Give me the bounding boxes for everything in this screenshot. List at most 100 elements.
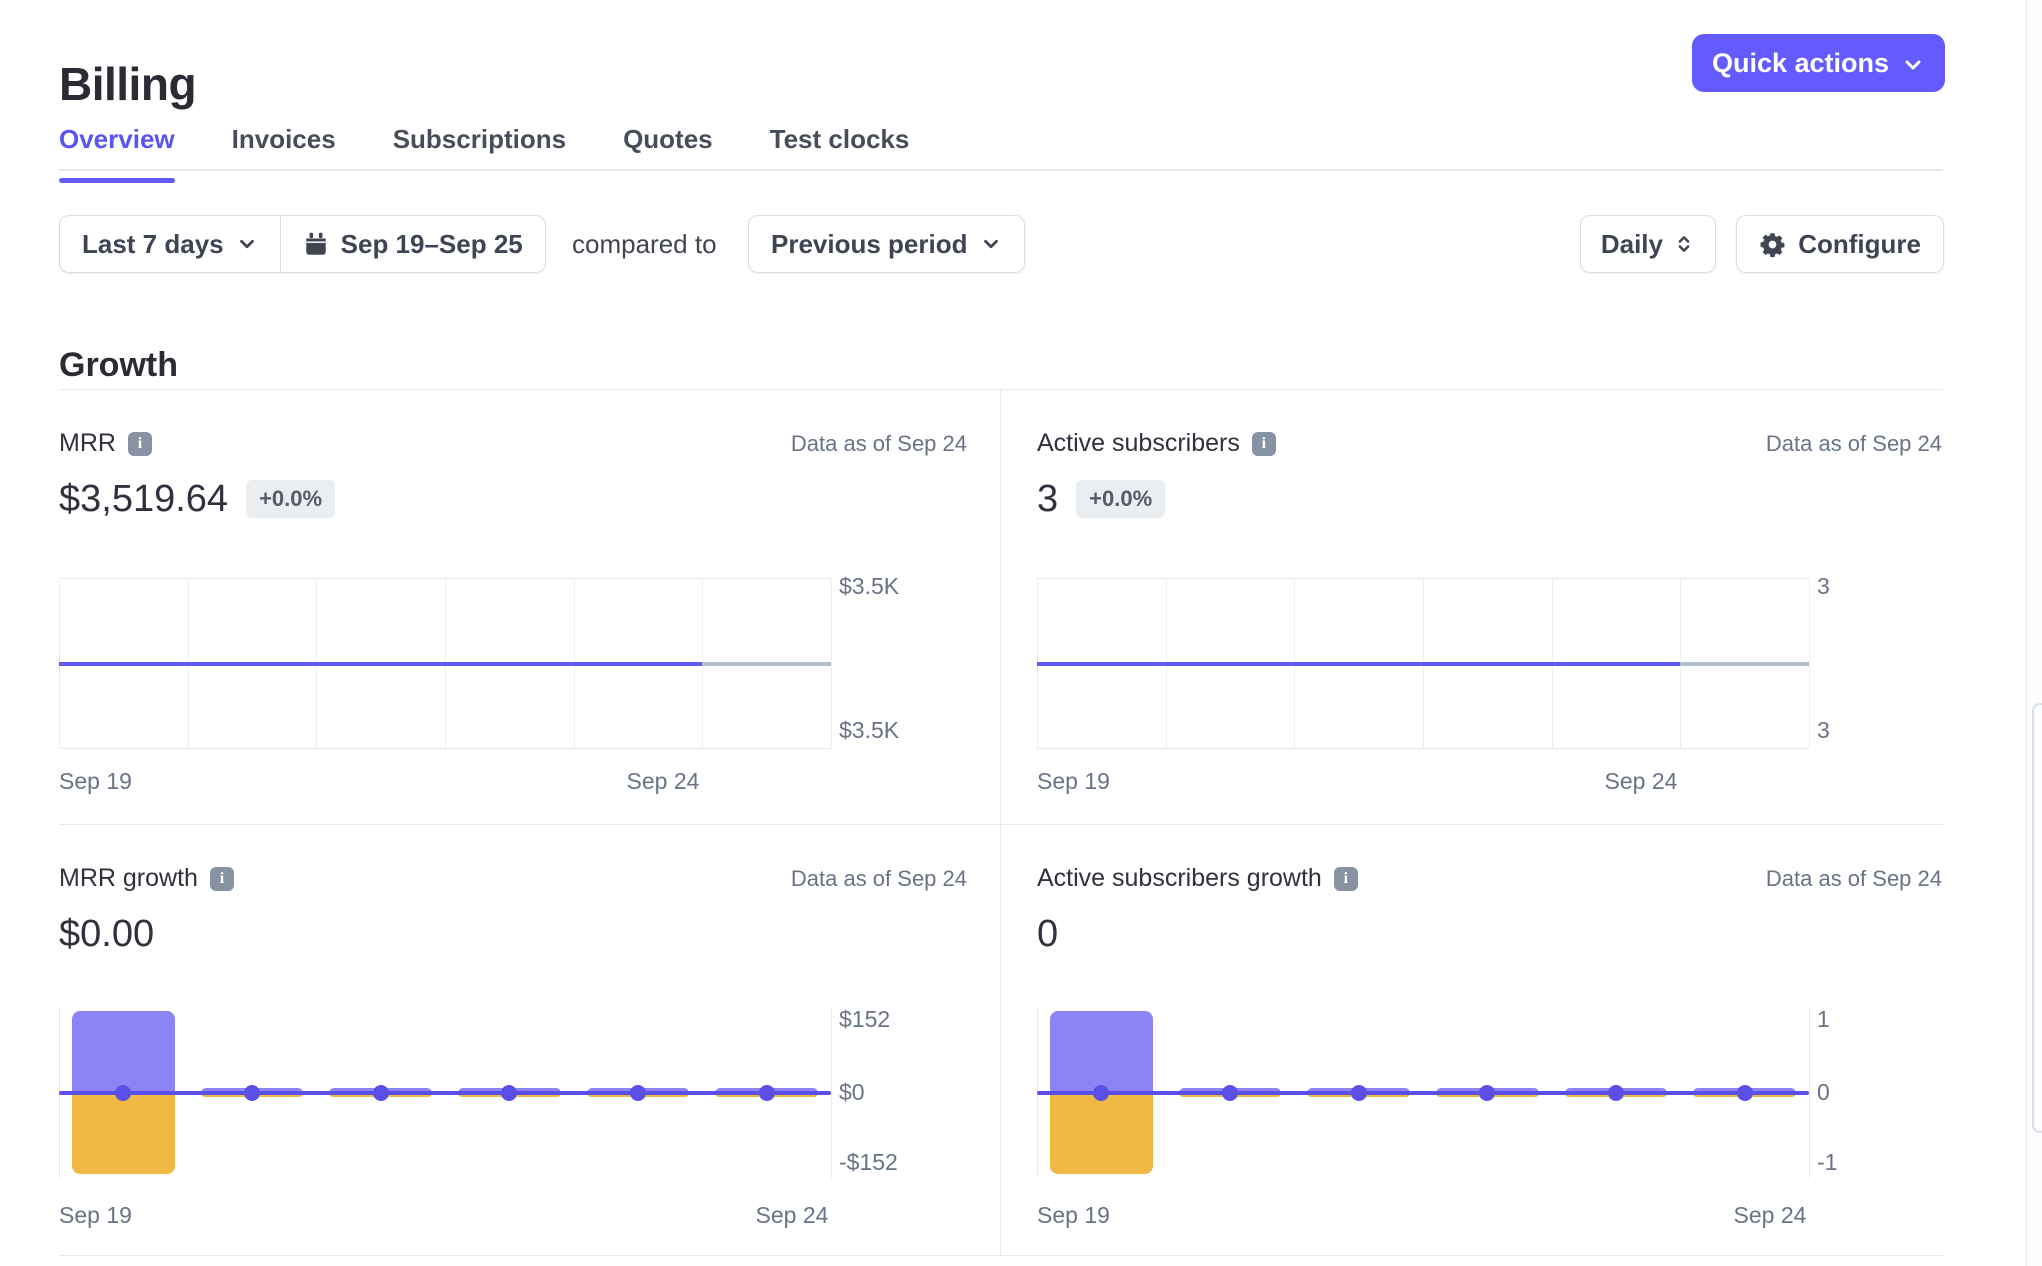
- quick-actions-button[interactable]: Quick actions: [1692, 34, 1945, 92]
- x-tick-label: Sep 24: [1734, 1201, 1807, 1229]
- chevron-down-icon: [1901, 50, 1925, 77]
- data-point-dot: [373, 1085, 389, 1101]
- bar-increase: [72, 1011, 175, 1092]
- x-tick-label: Sep 19: [1037, 767, 1110, 795]
- gridline: [1809, 579, 1810, 748]
- projection-line: [702, 662, 831, 666]
- x-tick-label: Sep 19: [59, 1201, 132, 1229]
- data-point-dot: [115, 1085, 131, 1101]
- metric-value: $3,519.64: [59, 478, 228, 521]
- tab-invoices[interactable]: Invoices: [232, 124, 336, 183]
- compared-to-text: compared to: [572, 215, 717, 273]
- card-title: MRR growth: [59, 864, 198, 893]
- trend-line: [1037, 662, 1680, 666]
- y-tick-label: $152: [839, 1005, 890, 1033]
- card-active-subscribers-growth: Active subscribers growth i Data as of S…: [1001, 824, 1943, 1255]
- growth-cards-grid: MRR i Data as of Sep 24 $3,519.64 +0.0% …: [59, 389, 1943, 1256]
- trend-line: [59, 662, 702, 666]
- bar-decrease: [72, 1093, 175, 1174]
- calendar-icon: [303, 231, 329, 257]
- comparison-label: Previous period: [771, 229, 968, 260]
- chart-plot: [1037, 578, 1809, 749]
- x-tick-label: Sep 24: [756, 1201, 829, 1229]
- data-point-dot: [630, 1085, 646, 1101]
- vertical-scrollbar-thumb[interactable]: [2032, 703, 2042, 1133]
- tab-subscriptions[interactable]: Subscriptions: [393, 124, 566, 183]
- projection-line: [1680, 662, 1809, 666]
- data-point-dot: [1479, 1085, 1495, 1101]
- net-line: [59, 1091, 831, 1095]
- x-tick-label: Sep 19: [1037, 1201, 1110, 1229]
- data-point-dot: [759, 1085, 775, 1101]
- data-point-dot: [501, 1085, 517, 1101]
- y-tick-label: $3.5K: [839, 716, 899, 744]
- plot-right-edge: [831, 1007, 832, 1178]
- metric-value: 3: [1037, 478, 1058, 521]
- configure-label: Configure: [1798, 229, 1921, 260]
- granularity-label: Daily: [1601, 229, 1663, 260]
- y-tick-label: 3: [1817, 572, 1830, 600]
- card-active-subscribers: Active subscribers i Data as of Sep 24 3…: [1001, 390, 1943, 824]
- y-tick-label: $0: [839, 1078, 865, 1106]
- chart-plot: [59, 1007, 831, 1178]
- x-tick-label: Sep 19: [59, 767, 132, 795]
- y-tick-label: 3: [1817, 716, 1830, 744]
- y-tick-label: 0: [1817, 1078, 1830, 1106]
- net-line: [1037, 1091, 1809, 1095]
- window-edge-divider: [2026, 0, 2027, 1266]
- chevron-up-down-icon: [1673, 233, 1695, 255]
- granularity-select[interactable]: Daily: [1580, 215, 1716, 273]
- info-icon[interactable]: i: [1334, 867, 1358, 891]
- date-range-button[interactable]: Sep 19–Sep 25: [280, 216, 545, 272]
- quick-actions-label: Quick actions: [1712, 48, 1889, 79]
- info-icon[interactable]: i: [210, 867, 234, 891]
- change-badge: +0.0%: [1076, 480, 1165, 518]
- gridline: [831, 579, 832, 748]
- data-point-dot: [1093, 1085, 1109, 1101]
- tab-quotes[interactable]: Quotes: [623, 124, 713, 183]
- metric-value: 0: [1037, 913, 1058, 956]
- metric-value: $0.00: [59, 913, 154, 956]
- billing-tabs: Overview Invoices Subscriptions Quotes T…: [59, 124, 909, 183]
- data-point-dot: [1351, 1085, 1367, 1101]
- tab-test-clocks[interactable]: Test clocks: [770, 124, 910, 183]
- card-mrr-growth: MRR growth i Data as of Sep 24 $0.00 $15…: [59, 824, 1001, 1255]
- card-title: MRR: [59, 429, 116, 458]
- data-as-of-label: Data as of Sep 24: [791, 866, 967, 892]
- comparison-dropdown[interactable]: Previous period: [748, 215, 1025, 273]
- x-tick-label: Sep 24: [1605, 767, 1678, 795]
- card-title: Active subscribers: [1037, 429, 1240, 458]
- data-point-dot: [1222, 1085, 1238, 1101]
- period-dropdown[interactable]: Last 7 days: [60, 216, 280, 272]
- data-as-of-label: Data as of Sep 24: [1766, 431, 1942, 457]
- data-point-dot: [1608, 1085, 1624, 1101]
- card-title: Active subscribers growth: [1037, 864, 1322, 893]
- data-as-of-label: Data as of Sep 24: [1766, 866, 1942, 892]
- y-tick-label: $3.5K: [839, 572, 899, 600]
- data-point-dot: [244, 1085, 260, 1101]
- bar-decrease: [1050, 1093, 1153, 1174]
- chevron-down-icon: [236, 233, 258, 255]
- plot-right-edge: [1809, 1007, 1810, 1178]
- section-heading-growth: Growth: [59, 346, 178, 385]
- chart-plot: [1037, 1007, 1809, 1178]
- x-tick-label: Sep 24: [627, 767, 700, 795]
- info-icon[interactable]: i: [1252, 432, 1276, 456]
- date-filter-group: Last 7 days Sep 19–Sep 25: [59, 215, 546, 273]
- configure-button[interactable]: Configure: [1736, 215, 1944, 273]
- period-label: Last 7 days: [82, 229, 224, 260]
- bar-increase: [1050, 1011, 1153, 1092]
- change-badge: +0.0%: [246, 480, 335, 518]
- card-mrr: MRR i Data as of Sep 24 $3,519.64 +0.0% …: [59, 390, 1001, 824]
- y-tick-label: -$152: [839, 1148, 898, 1176]
- gear-icon: [1759, 231, 1786, 258]
- y-tick-label: 1: [1817, 1005, 1830, 1033]
- date-range-label: Sep 19–Sep 25: [341, 229, 523, 260]
- data-point-dot: [1737, 1085, 1753, 1101]
- page-title: Billing: [59, 57, 196, 111]
- tab-overview[interactable]: Overview: [59, 124, 175, 183]
- info-icon[interactable]: i: [128, 432, 152, 456]
- chevron-down-icon: [980, 233, 1002, 255]
- y-tick-label: -1: [1817, 1148, 1837, 1176]
- data-as-of-label: Data as of Sep 24: [791, 431, 967, 457]
